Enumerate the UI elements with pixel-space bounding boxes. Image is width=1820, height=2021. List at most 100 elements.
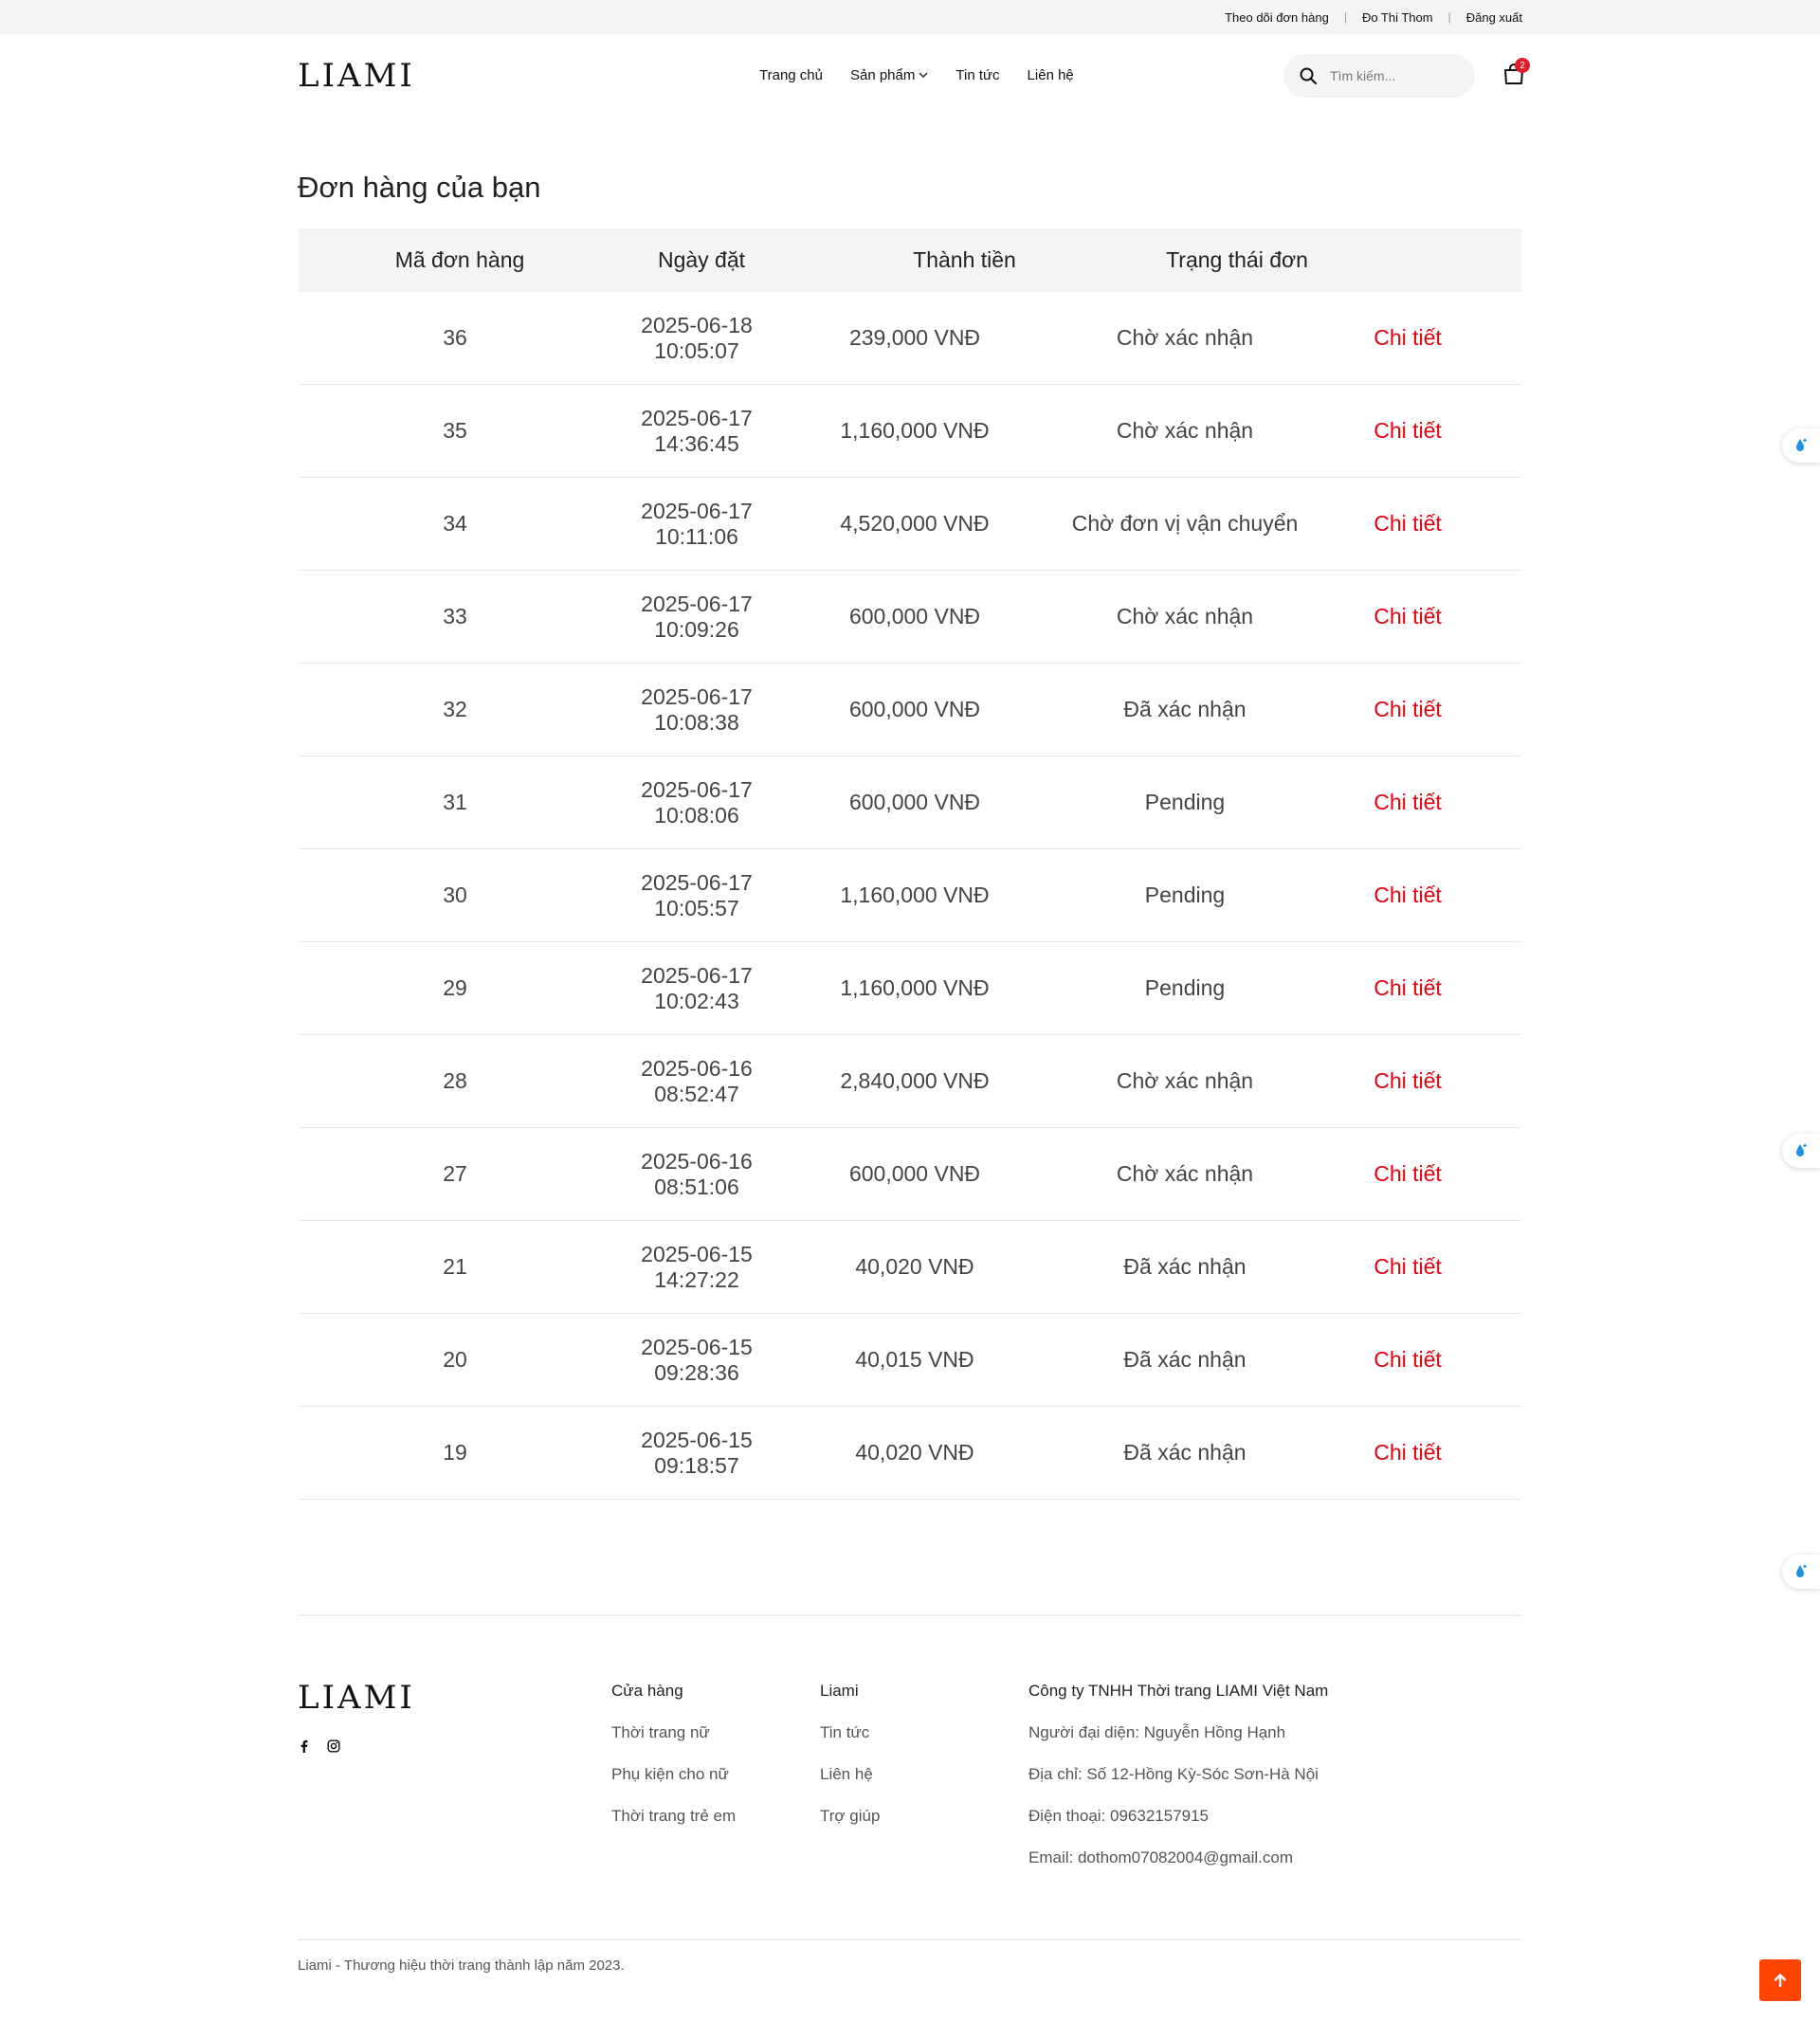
side-widget-button[interactable] bbox=[1782, 428, 1820, 463]
user-name-link[interactable]: Đo Thi Thom bbox=[1362, 10, 1433, 25]
detail-link[interactable]: Chi tiết bbox=[1322, 1068, 1493, 1094]
detail-link[interactable]: Chi tiết bbox=[1322, 511, 1493, 537]
footer-company-title: Công ty TNHH Thời trang LIAMI Việt Nam bbox=[1028, 1682, 1329, 1700]
footer-logo[interactable]: LIAMI bbox=[298, 1679, 415, 1717]
detail-link[interactable]: Chi tiết bbox=[1322, 604, 1493, 629]
divider: | bbox=[1343, 10, 1347, 24]
table-row: 21 2025-06-15 14:27:22 40,020 VNĐ Đã xác nh… bbox=[299, 1221, 1521, 1314]
table-row: 29 2025-06-17 10:02:43 1,160,000 VNĐ Pendin… bbox=[299, 942, 1521, 1035]
detail-link[interactable]: Chi tiết bbox=[1322, 1161, 1493, 1187]
footer-address: Địa chỉ: Số 12-Hồng Kỳ-Sóc Sơn-Hà Nội bbox=[1028, 1765, 1319, 1783]
social-links bbox=[298, 1739, 356, 1753]
copyright-text: Liami - Thương hiệu thời trang thành lập… bbox=[298, 1957, 625, 1974]
footer-link-news[interactable]: Tin tức bbox=[820, 1723, 880, 1746]
order-total: 1,160,000 VNĐ bbox=[840, 883, 990, 907]
footer-store-column: Cửa hàng Thời trang nữ Phụ kiện cho nữ T… bbox=[611, 1682, 736, 1848]
order-date: 2025-06-17 10:11:06 bbox=[641, 498, 753, 549]
order-date: 2025-06-17 10:08:06 bbox=[641, 776, 753, 828]
table-row: 31 2025-06-17 10:08:06 600,000 VNĐ Pending C… bbox=[299, 756, 1521, 849]
detail-link[interactable]: Chi tiết bbox=[1322, 790, 1493, 815]
order-id: 21 bbox=[443, 1254, 467, 1279]
nav-contact[interactable]: Liên hệ bbox=[1028, 67, 1074, 83]
detail-link[interactable]: Chi tiết bbox=[1322, 1254, 1493, 1280]
table-row: 35 2025-06-17 14:36:45 1,160,000 VNĐ Chờ xá… bbox=[299, 385, 1521, 478]
site-logo[interactable]: LIAMI bbox=[298, 57, 415, 95]
header-total: Thành tiền bbox=[913, 247, 1016, 272]
table-row: 20 2025-06-15 09:28:36 40,015 VNĐ Đã xác nh… bbox=[299, 1314, 1521, 1407]
order-status: Chờ xác nhận bbox=[1116, 325, 1254, 350]
order-status: Đã xác nhận bbox=[1123, 697, 1247, 721]
detail-link[interactable]: Chi tiết bbox=[1322, 1440, 1493, 1466]
search-icon[interactable] bbox=[1299, 66, 1318, 85]
scroll-to-top-button[interactable] bbox=[1759, 1959, 1801, 2001]
order-id: 31 bbox=[443, 790, 467, 814]
top-bar: Theo dõi đơn hàng | Đo Thi Thom | Đăng x… bbox=[0, 0, 1820, 34]
footer-link-accessories[interactable]: Phụ kiện cho nữ bbox=[611, 1765, 736, 1788]
order-total: 40,015 VNĐ bbox=[855, 1347, 974, 1372]
order-status: Chờ xác nhận bbox=[1116, 418, 1254, 443]
nav-home[interactable]: Trang chủ bbox=[759, 67, 823, 83]
logout-link[interactable]: Đăng xuất bbox=[1466, 10, 1522, 25]
order-status: Pending bbox=[1144, 883, 1226, 907]
order-date: 2025-06-17 10:09:26 bbox=[641, 591, 753, 642]
order-status: Đã xác nhận bbox=[1123, 1440, 1247, 1465]
order-total: 2,840,000 VNĐ bbox=[840, 1068, 990, 1093]
order-status: Chờ xác nhận bbox=[1116, 1161, 1254, 1186]
search-input[interactable] bbox=[1330, 68, 1463, 83]
footer-representative: Người đại diện: Nguyễn Hồng Hạnh bbox=[1028, 1723, 1286, 1741]
order-date: 2025-06-16 08:51:06 bbox=[641, 1148, 753, 1199]
footer-phone: Điện thoại: 09632157915 bbox=[1028, 1807, 1209, 1825]
side-widget-button[interactable] bbox=[1782, 1134, 1820, 1168]
detail-link[interactable]: Chi tiết bbox=[1322, 418, 1493, 444]
footer-link-kids[interactable]: Thời trang trẻ em bbox=[611, 1807, 736, 1830]
cart-count-badge: 2 bbox=[1515, 58, 1530, 73]
orders-table: Mã đơn hàng Ngày đặt Thành tiền Trạng th… bbox=[299, 228, 1521, 1500]
order-date: 2025-06-17 10:08:38 bbox=[641, 683, 753, 735]
order-id: 28 bbox=[443, 1068, 467, 1093]
footer-company-column: Công ty TNHH Thời trang LIAMI Việt Nam N… bbox=[1028, 1682, 1328, 1890]
footer-store-title: Cửa hàng bbox=[611, 1682, 683, 1700]
table-header: Mã đơn hàng Ngày đặt Thành tiền Trạng th… bbox=[299, 228, 1521, 292]
table-row: 30 2025-06-17 10:05:57 1,160,000 VNĐ Pendin… bbox=[299, 849, 1521, 942]
footer-link-women[interactable]: Thời trang nữ bbox=[611, 1723, 736, 1746]
search-box bbox=[1283, 54, 1475, 98]
track-order-link[interactable]: Theo dõi đơn hàng bbox=[1225, 10, 1329, 25]
order-status: Pending bbox=[1144, 975, 1226, 1000]
order-id: 32 bbox=[443, 697, 467, 721]
detail-link[interactable]: Chi tiết bbox=[1322, 975, 1493, 1001]
order-total: 40,020 VNĐ bbox=[855, 1440, 974, 1465]
nav-news[interactable]: Tin tức bbox=[956, 67, 999, 83]
order-id: 33 bbox=[443, 604, 467, 628]
order-status: Chờ xác nhận bbox=[1116, 604, 1254, 628]
order-date: 2025-06-15 09:18:57 bbox=[641, 1427, 753, 1478]
divider: | bbox=[1447, 10, 1451, 24]
table-row: 36 2025-06-18 10:05:07 239,000 VNĐ Chờ xác … bbox=[299, 292, 1521, 385]
footer-link-contact[interactable]: Liên hệ bbox=[820, 1765, 880, 1788]
footer-liami-title: Liami bbox=[820, 1682, 859, 1700]
nav-news-label: Tin tức bbox=[956, 66, 1000, 83]
table-row: 28 2025-06-16 08:52:47 2,840,000 VNĐ Chờ xá… bbox=[299, 1035, 1521, 1128]
order-total: 600,000 VNĐ bbox=[848, 790, 981, 814]
order-total: 4,520,000 VNĐ bbox=[840, 511, 990, 536]
water-drop-icon bbox=[1796, 438, 1808, 451]
arrow-up-icon bbox=[1774, 1974, 1787, 1988]
detail-link[interactable]: Chi tiết bbox=[1322, 1347, 1493, 1373]
order-total: 239,000 VNĐ bbox=[848, 325, 981, 350]
footer-bottom-divider bbox=[298, 1939, 1521, 1940]
site-header: LIAMI Trang chủ Sản phẩm Tin tức Liên hệ… bbox=[0, 34, 1820, 116]
facebook-icon[interactable] bbox=[298, 1739, 311, 1753]
footer-link-help[interactable]: Trợ giúp bbox=[820, 1807, 880, 1830]
order-date: 2025-06-16 08:52:47 bbox=[641, 1055, 753, 1106]
table-row: 32 2025-06-17 10:08:38 600,000 VNĐ Đã xác n… bbox=[299, 664, 1521, 756]
side-widget-button[interactable] bbox=[1782, 1555, 1820, 1589]
order-date: 2025-06-15 09:28:36 bbox=[641, 1334, 753, 1385]
detail-link[interactable]: Chi tiết bbox=[1322, 325, 1493, 351]
nav-products[interactable]: Sản phẩm bbox=[850, 67, 928, 83]
detail-link[interactable]: Chi tiết bbox=[1322, 883, 1493, 908]
order-id: 34 bbox=[443, 511, 467, 536]
water-drop-icon bbox=[1796, 1564, 1808, 1577]
detail-link[interactable]: Chi tiết bbox=[1322, 697, 1493, 722]
instagram-icon[interactable] bbox=[327, 1739, 340, 1753]
table-row: 19 2025-06-15 09:18:57 40,020 VNĐ Đã xác nh… bbox=[299, 1407, 1521, 1500]
order-total: 1,160,000 VNĐ bbox=[840, 975, 990, 1000]
